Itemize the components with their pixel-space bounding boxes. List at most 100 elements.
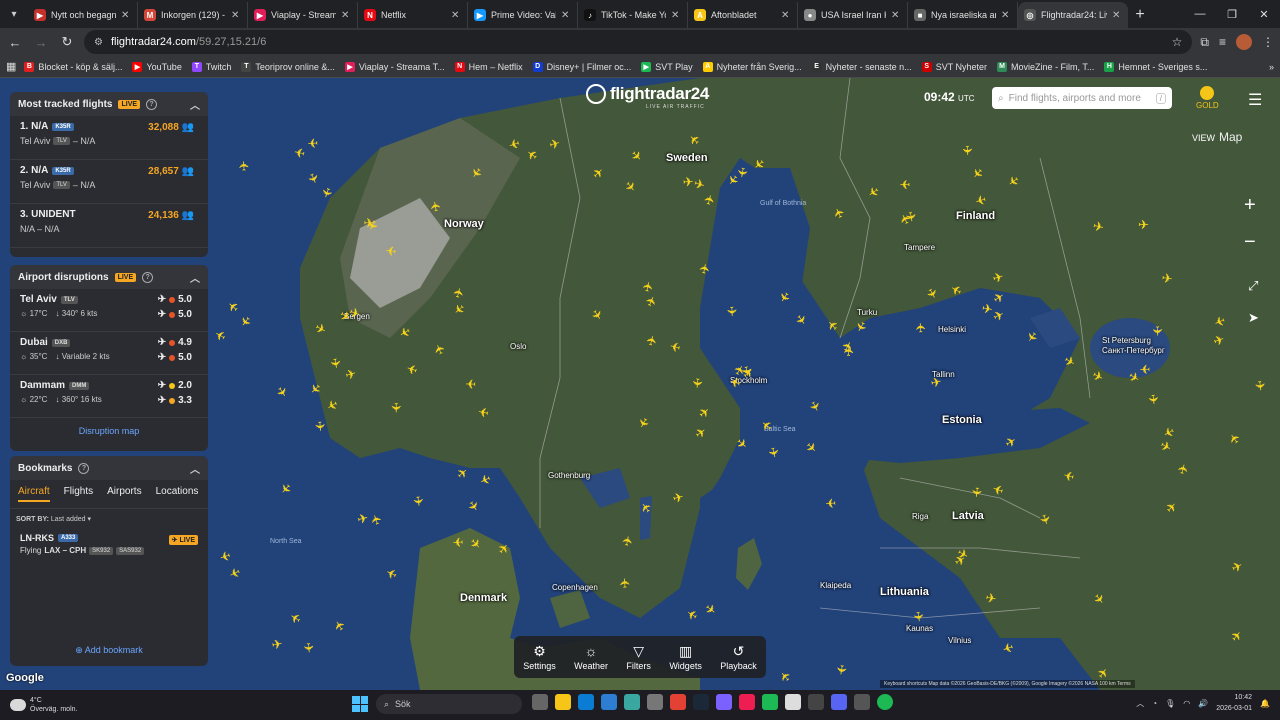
aircraft-icon[interactable]: ✈	[990, 481, 1005, 499]
profile-avatar[interactable]	[1236, 34, 1252, 50]
aircraft-icon[interactable]: ✈	[864, 183, 882, 202]
aircraft-icon[interactable]: ✈	[1145, 393, 1161, 406]
aircraft-icon[interactable]: ✈	[643, 333, 660, 347]
bookmark-link[interactable]: T Twitch	[191, 61, 231, 72]
more-bookmarks-icon[interactable]: »	[1269, 62, 1274, 72]
disruption-map-link[interactable]: Disruption map	[10, 418, 208, 444]
tab-close-icon[interactable]: ✕	[1001, 10, 1011, 21]
info-icon[interactable]: ?	[78, 462, 90, 474]
maximize-icon[interactable]: ❐	[1216, 0, 1248, 28]
bookmark-link[interactable]: B Blocket - köp & sälj...	[24, 61, 122, 72]
chrome-menu-icon[interactable]: ⋮	[1262, 35, 1274, 49]
app-icon[interactable]	[854, 694, 870, 710]
aircraft-icon[interactable]: ✈	[464, 497, 483, 515]
bookmark-link[interactable]: S SVT Nyheter	[921, 61, 987, 72]
aircraft-icon[interactable]: ✈	[948, 281, 965, 299]
aircraft-icon[interactable]: ✈	[367, 512, 385, 527]
aircraft-icon[interactable]: ✈	[696, 262, 713, 276]
reload-icon[interactable]: ↻	[58, 33, 76, 51]
tab-close-icon[interactable]: ✕	[231, 10, 241, 21]
aircraft-icon[interactable]: ✈	[724, 306, 740, 318]
disruption-row[interactable]: Dammam DMM ☼ 22°C ↓ 360° 16 kts ✈ 2.0 ✈ 3.3	[10, 375, 208, 418]
aircraft-icon[interactable]: ✈	[1150, 325, 1165, 336]
media-controls-icon[interactable]: ≡	[1219, 35, 1226, 49]
browser-tab[interactable]: ■ Nya israeliska an ✕	[908, 2, 1018, 28]
aircraft-icon[interactable]: ✈	[929, 374, 943, 391]
tab-close-icon[interactable]: ✕	[781, 10, 791, 21]
app-icon[interactable]	[808, 694, 824, 710]
aircraft-icon[interactable]: ✈	[306, 380, 324, 398]
aircraft-icon[interactable]: ✈	[824, 316, 842, 334]
aircraft-icon[interactable]: ✈	[236, 313, 255, 331]
tab-close-icon[interactable]: ✕	[1112, 10, 1122, 21]
aircraft-icon[interactable]: ✈	[968, 164, 987, 182]
disruptions-header[interactable]: Airport disruptions LIVE ? ︿	[10, 265, 208, 289]
tab-close-icon[interactable]: ✕	[121, 10, 131, 21]
aircraft-icon[interactable]: ✈	[1212, 312, 1228, 330]
tab-close-icon[interactable]: ✕	[561, 10, 571, 21]
aircraft-icon[interactable]: ✈	[682, 174, 694, 190]
aircraft-icon[interactable]: ✈	[454, 464, 472, 483]
aircraft-icon[interactable]: ✈	[301, 642, 317, 654]
aircraft-icon[interactable]: ✈	[621, 178, 640, 196]
view-selector[interactable]: VIEW Map	[1192, 130, 1242, 144]
aircraft-icon[interactable]: ✈	[910, 610, 926, 623]
aircraft-icon[interactable]: ✈	[507, 135, 522, 153]
aircraft-icon[interactable]: ✈	[913, 322, 929, 334]
aircraft-icon[interactable]: ✈	[224, 297, 242, 316]
aircraft-icon[interactable]: ✈	[327, 357, 344, 370]
aircraft-icon[interactable]: ✈	[547, 135, 562, 152]
aircraft-icon[interactable]: ✈	[619, 534, 636, 548]
aircraft-icon[interactable]: ✈	[330, 617, 349, 634]
aircraft-icon[interactable]: ✈	[640, 280, 657, 294]
aircraft-icon[interactable]: ✈	[758, 416, 776, 435]
aircraft-icon[interactable]: ✈	[637, 499, 656, 517]
bookmark-link[interactable]: ▶ SVT Play	[641, 61, 693, 72]
aircraft-icon[interactable]: ✈	[1229, 558, 1245, 576]
apps-grid-icon[interactable]: ▦	[6, 60, 16, 73]
aircraft-icon[interactable]: ✈	[477, 404, 491, 421]
aircraft-icon[interactable]: ✈	[969, 486, 985, 499]
aircraft-icon[interactable]: ✈	[692, 423, 710, 442]
aircraft-icon[interactable]: ✈	[477, 471, 493, 489]
aircraft-icon[interactable]: ✈	[523, 145, 541, 164]
aircraft-icon[interactable]: ✈	[343, 366, 358, 383]
aircraft-icon[interactable]: ✈	[960, 145, 975, 157]
widgets-button[interactable]: ▥ Widgets	[669, 643, 702, 671]
tab-flights[interactable]: Flights	[64, 486, 93, 502]
aircraft-icon[interactable]: ✈	[236, 160, 252, 172]
aircraft-icon[interactable]: ✈	[287, 609, 304, 628]
edge-icon[interactable]	[578, 694, 594, 710]
aircraft-icon[interactable]: ✈	[750, 155, 768, 174]
browser-tab[interactable]: M Inkorgen (129) - s ✕	[138, 2, 248, 28]
browser-tab[interactable]: ▶ Viaplay - Streama ✕	[248, 2, 358, 28]
aircraft-icon[interactable]: ✈	[668, 338, 682, 355]
close-window-icon[interactable]: ✕	[1248, 0, 1280, 28]
aircraft-icon[interactable]: ✈	[1211, 331, 1226, 349]
aircraft-icon[interactable]: ✈	[318, 185, 336, 200]
aircraft-icon[interactable]: ✈	[404, 360, 419, 378]
tracked-flight-row[interactable]: 1. N/A K35R Tel Aviv TLV – N/A 32,088 👥	[10, 116, 208, 160]
aircraft-icon[interactable]: ✈	[825, 495, 837, 511]
bookmark-link[interactable]: ▶ Viaplay - Streama T...	[344, 61, 445, 72]
map-attribution[interactable]: Keyboard shortcuts Map data ©2026 GeoBas…	[880, 680, 1135, 688]
sort-selector[interactable]: SORT BY: Last added ▾	[10, 509, 208, 529]
aircraft-icon[interactable]: ✈	[1004, 172, 1022, 191]
aircraft-icon[interactable]: ✈	[430, 341, 448, 357]
tab-close-icon[interactable]: ✕	[671, 10, 681, 21]
bookmark-link[interactable]: D Disney+ | Filmer oc...	[532, 61, 631, 72]
windows-start-icon[interactable]	[352, 696, 368, 712]
url-field[interactable]: ⚙ flightradar24.com/59.27,15.21/6 ☆	[84, 30, 1193, 54]
mail-icon[interactable]	[601, 694, 617, 710]
minimize-icon[interactable]: —	[1184, 0, 1216, 28]
chevron-up-icon[interactable]: ︿	[190, 461, 200, 476]
aircraft-icon[interactable]: ✈	[702, 600, 720, 619]
aircraft-icon[interactable]: ✈	[695, 403, 713, 422]
aircraft-icon[interactable]: ✈	[270, 636, 284, 653]
aircraft-icon[interactable]: ✈	[218, 547, 233, 565]
browser-tab[interactable]: ▶ Nytt och begagnat ✕	[28, 2, 138, 28]
discord-icon[interactable]	[831, 694, 847, 710]
aircraft-icon[interactable]: ✈	[776, 667, 795, 685]
aircraft-icon[interactable]: ✈	[226, 564, 242, 582]
tab-aircraft[interactable]: Aircraft	[18, 486, 50, 502]
